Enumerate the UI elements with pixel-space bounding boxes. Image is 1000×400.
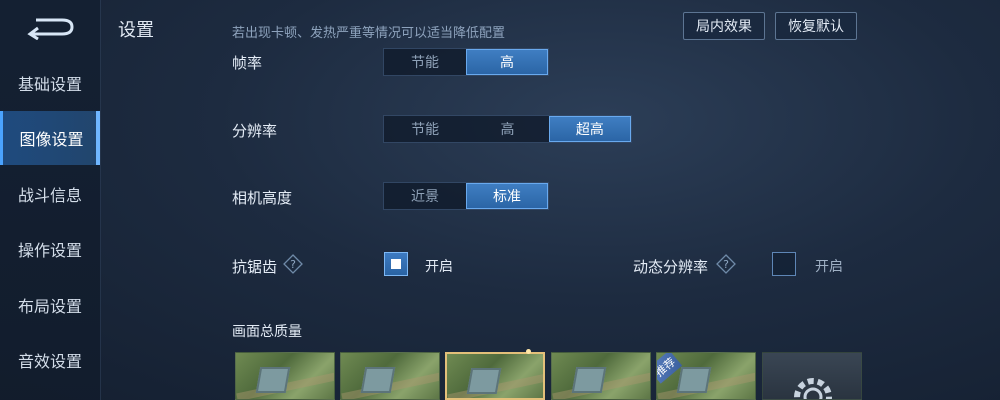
quality-preset-1[interactable] (235, 352, 335, 400)
restore-default-button[interactable]: 恢复默认 (775, 12, 857, 40)
sidebar-item-audio[interactable]: 音效设置 (0, 333, 100, 387)
svg-text:?: ? (723, 258, 729, 271)
help-icon[interactable]: ? (716, 254, 736, 274)
sidebar-item-label: 音效设置 (17, 352, 82, 371)
sidebar-item-basic[interactable]: 基础设置 (0, 56, 100, 110)
sidebar-item-label: 操作设置 (17, 241, 82, 260)
anti-aliasing-toggle-label: 开启 (425, 259, 453, 275)
sidebar-item-battle-info[interactable]: 战斗信息 (0, 167, 100, 221)
quality-preset-custom[interactable] (762, 352, 862, 400)
overall-quality-label: 画面总质量 (232, 324, 302, 340)
sidebar-item-graphics[interactable]: 图像设置 (0, 111, 100, 165)
frame-rate-label: 帧率 (232, 54, 263, 72)
quality-preset-4[interactable] (551, 352, 651, 400)
sidebar-item-label: 战斗信息 (17, 186, 82, 205)
sidebar-item-controls[interactable]: 操作设置 (0, 222, 100, 276)
resolution-label: 分辨率 (232, 122, 278, 140)
sidebar: 基础设置 图像设置 战斗信息 操作设置 布局设置 音效设置 (0, 0, 101, 400)
resolution-option-eco[interactable]: 节能 (384, 116, 466, 142)
frame-rate-option-eco[interactable]: 节能 (384, 49, 466, 75)
dynamic-resolution-label: 动态分辨率 (633, 258, 709, 276)
back-button[interactable] (22, 12, 78, 41)
anti-aliasing-checkbox[interactable] (384, 252, 408, 276)
quality-preset-3[interactable] (445, 352, 545, 400)
frame-rate-option-high[interactable]: 高 (465, 49, 548, 75)
performance-hint: 若出现卡顿、发热严重等情况可以适当降低配置 (232, 26, 506, 41)
page-title: 设置 (118, 20, 154, 41)
frame-rate-selector: 节能 高 (383, 48, 549, 76)
sidebar-item-layout[interactable]: 布局设置 (0, 278, 100, 332)
quality-preset-5-recommended[interactable]: 推荐 (656, 352, 756, 400)
sidebar-item-label: 图像设置 (19, 130, 84, 149)
resolution-option-ultra[interactable]: 超高 (548, 116, 631, 142)
dynamic-resolution-checkbox[interactable] (772, 252, 796, 276)
resolution-selector: 节能 高 超高 (383, 115, 632, 143)
gear-icon (794, 378, 832, 399)
camera-height-option-close[interactable]: 近景 (384, 183, 466, 209)
anti-aliasing-label: 抗锯齿 (232, 258, 278, 276)
svg-text:?: ? (290, 258, 296, 271)
back-arrow-icon (27, 18, 74, 41)
camera-height-option-standard[interactable]: 标准 (465, 183, 548, 209)
resolution-option-high[interactable]: 高 (466, 116, 548, 142)
camera-height-selector: 近景 标准 (383, 182, 549, 210)
in-game-effect-button[interactable]: 局内效果 (683, 12, 765, 40)
sidebar-item-label: 基础设置 (17, 75, 82, 94)
help-icon[interactable]: ? (283, 254, 303, 274)
dynamic-resolution-toggle-label: 开启 (815, 259, 843, 275)
selected-indicator (526, 349, 531, 354)
quality-preset-2[interactable] (340, 352, 440, 400)
camera-height-label: 相机高度 (232, 189, 293, 207)
sidebar-item-label: 布局设置 (17, 297, 82, 316)
